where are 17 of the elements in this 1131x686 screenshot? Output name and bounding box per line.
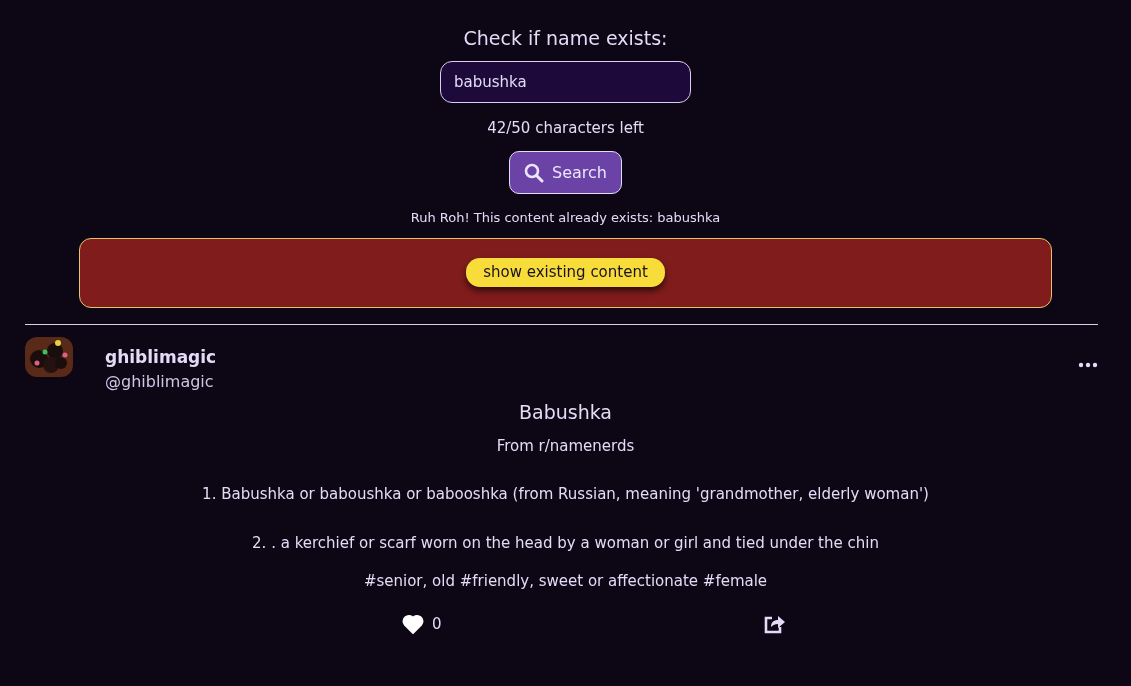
post-tags: #senior, old #friendly, sweet or affectionate #female <box>0 570 1131 593</box>
name-input-field[interactable]: babushka <box>440 60 691 103</box>
post-source: From r/namenerds <box>495 435 636 457</box>
search-icon <box>524 162 544 183</box>
search-button[interactable]: Search <box>509 151 622 194</box>
username: @ghiblimagic <box>105 371 215 393</box>
character-count: 42/50 characters left <box>486 117 645 139</box>
heart-icon[interactable] <box>402 613 424 634</box>
field-label: Check if name exists: <box>462 26 669 51</box>
show-content-button[interactable]: show existing content <box>466 258 665 287</box>
display-name: ghiblimagic <box>105 345 217 369</box>
definition: 1. Babushka or baboushka or babooshka (from Russian, meaning 'grandmother, elderly woman') <box>201 484 930 505</box>
more-options-icon[interactable] <box>1078 362 1098 368</box>
post-title: Babushka <box>517 400 613 425</box>
status-message: Ruh Roh! This content already exists: babushka <box>409 209 722 227</box>
like-count: 0 <box>432 613 442 635</box>
definition: 2. . a kerchief or scarf worn on the head by a woman or girl and tied under the chin <box>251 532 880 554</box>
